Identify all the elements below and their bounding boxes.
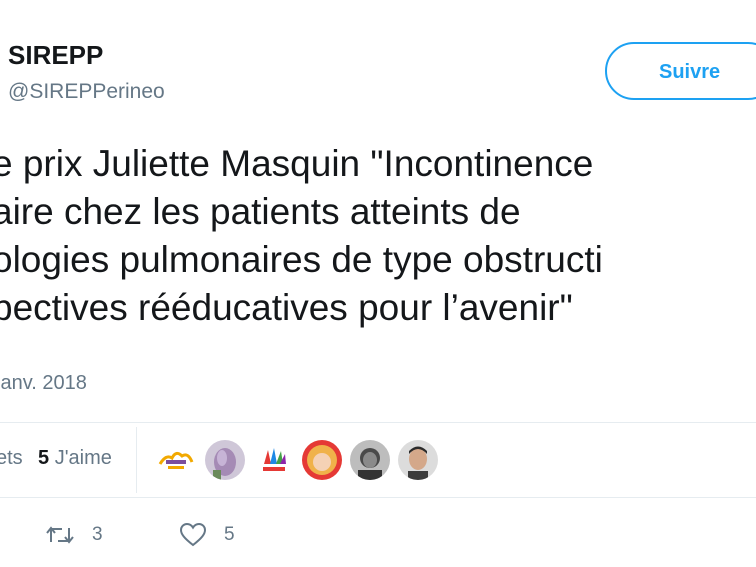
- tweet-text-line: aire chez les patients atteints de: [0, 191, 521, 232]
- stats-row: ets 5 J'aime: [0, 423, 756, 497]
- tweet-page: SIREPP @SIREPPerineo Suivre e prix Julie…: [0, 0, 756, 567]
- account-handle[interactable]: @SIREPPerineo: [8, 80, 165, 104]
- retweet-count: 3: [92, 524, 103, 545]
- tweet-text: e prix Juliette Masquin "Incontinence ai…: [0, 140, 756, 332]
- retweet-action[interactable]: 3: [46, 520, 103, 550]
- follow-button[interactable]: Suivre: [605, 42, 756, 100]
- retweet-icon: [46, 524, 74, 546]
- like-count: 5: [224, 524, 235, 545]
- tweet-text-line: ologies pulmonaires de type obstructi: [0, 239, 603, 280]
- tweet-text-line: pectives rééducatives pour l’avenir": [0, 287, 573, 328]
- account-name[interactable]: SIREPP: [8, 40, 103, 71]
- retweets-stat-label[interactable]: ets: [0, 447, 23, 470]
- divider: [0, 497, 756, 498]
- likes-stat[interactable]: 5 J'aime: [38, 447, 112, 470]
- likes-stat-label: J'aime: [54, 447, 112, 469]
- like-action[interactable]: 5: [180, 520, 235, 550]
- liker-avatar-blonde-woman[interactable]: [302, 440, 342, 480]
- tweet-text-line: e prix Juliette Masquin "Incontinence: [0, 143, 594, 184]
- liker-avatar-man-portrait[interactable]: [398, 440, 438, 480]
- actions-row: 3 5: [0, 510, 756, 560]
- liker-avatar-flower[interactable]: [205, 440, 245, 480]
- liker-avatar-man-bw[interactable]: [350, 440, 390, 480]
- liker-logo-sirepp[interactable]: [254, 440, 294, 480]
- stats-separator: [136, 427, 137, 493]
- heart-icon: [180, 523, 206, 547]
- likes-stat-count: 5: [38, 447, 50, 469]
- liker-logo-human-pluriel[interactable]: [156, 440, 196, 480]
- tweet-date[interactable]: janv. 2018: [0, 372, 87, 395]
